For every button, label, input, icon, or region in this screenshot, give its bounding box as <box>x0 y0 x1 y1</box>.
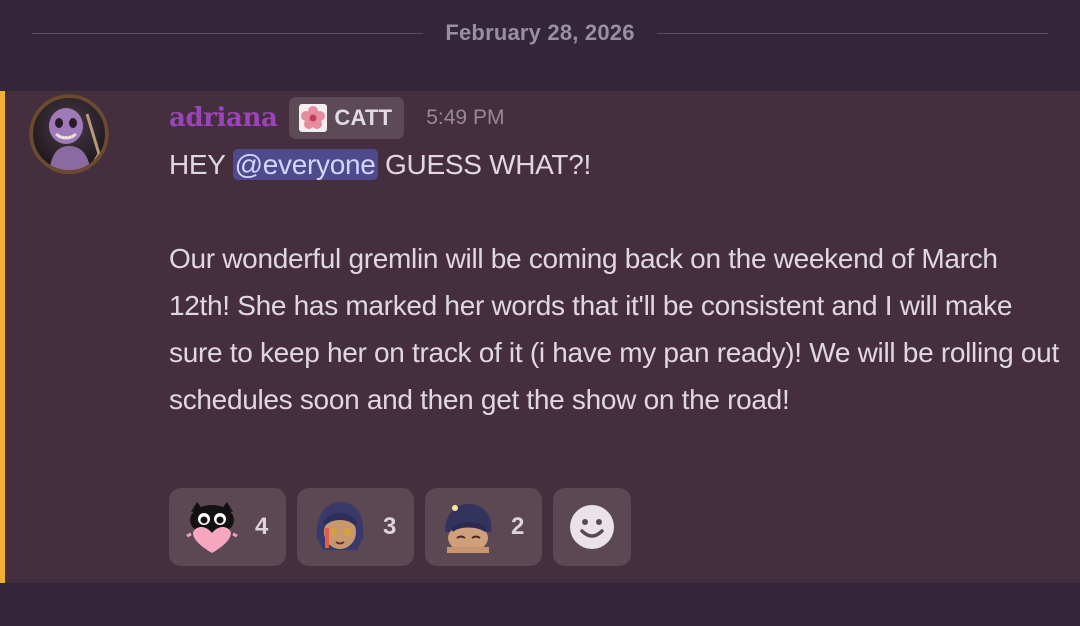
divider-line-left <box>32 32 424 34</box>
reaction-black-cat-heart[interactable]: 4 <box>169 488 286 566</box>
username[interactable]: adriana <box>169 103 278 133</box>
message-header: adriana CATT 5:49 PM <box>169 97 504 139</box>
reaction-anime-girl-peeking[interactable]: 2 <box>425 488 542 566</box>
pink-flower-icon <box>299 104 328 132</box>
avatar-image <box>29 94 109 174</box>
smiley-add-reaction-icon <box>570 505 614 549</box>
date-divider: February 28, 2026 <box>32 14 1049 52</box>
server-tag[interactable]: CATT <box>289 97 405 139</box>
server-tag-label: CATT <box>334 105 393 130</box>
message-line-1: HEY @everyone GUESS WHAT?! <box>169 141 1064 188</box>
message[interactable]: adriana CATT 5:49 PM HEY @everyone GUESS… <box>0 91 1080 583</box>
message-line-1-suffix: GUESS WHAT?! <box>377 149 591 180</box>
reaction-count: 2 <box>511 513 525 540</box>
everyone-mention[interactable]: @everyone <box>232 149 378 180</box>
anime-girl-peeking-emoji <box>445 504 492 553</box>
reaction-count: 4 <box>255 513 269 540</box>
timestamp[interactable]: 5:49 PM <box>426 106 504 130</box>
reaction-count: 3 <box>383 513 397 540</box>
reaction-anime-girl-face[interactable]: 3 <box>297 488 414 566</box>
message-line-1-prefix: HEY <box>169 149 233 180</box>
reactions-bar: 4 3 2 <box>169 488 631 566</box>
anime-girl-face-emoji <box>316 502 364 550</box>
divider-line-right <box>656 32 1049 34</box>
date-divider-label: February 28, 2026 <box>445 20 635 45</box>
avatar[interactable] <box>29 94 109 174</box>
message-body: Our wonderful gremlin will be coming bac… <box>169 243 1059 415</box>
add-reaction-button[interactable] <box>553 488 631 566</box>
mention-highlight-bar <box>0 91 5 583</box>
message-content: HEY @everyone GUESS WHAT?! Our wonderful… <box>169 141 1064 423</box>
chat-view: February 28, 2026 adriana CATT 5:49 PM H… <box>0 0 1080 626</box>
black-cat-heart-emoji <box>186 502 238 553</box>
